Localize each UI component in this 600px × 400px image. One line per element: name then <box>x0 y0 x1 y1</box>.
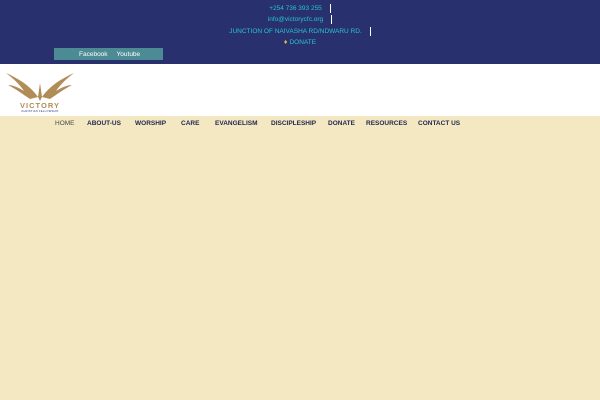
nav-item-donate[interactable]: DONATE <box>328 116 355 132</box>
site-logo[interactable]: VICTORY CHRISTIAN FELLOWSHIP <box>4 67 76 115</box>
logo-wordmark: VICTORY <box>20 101 60 110</box>
wings-icon <box>6 73 74 101</box>
facebook-link[interactable]: Facebook <box>79 51 108 58</box>
address-row: JUNCTION OF NAIVASHA RD/NDWARU RD. <box>0 26 600 37</box>
address-text: JUNCTION OF NAIVASHA RD/NDWARU RD. <box>229 28 362 35</box>
nav-item-home[interactable]: HOME <box>55 116 75 132</box>
nav-item-evangelism[interactable]: EVANGELISM <box>215 116 258 132</box>
phone-link[interactable]: +254 736 393 255 <box>269 5 322 12</box>
donate-row: ♦ DONATE <box>0 37 600 48</box>
phone-row: +254 736 393 255 <box>0 3 600 14</box>
nav-item-resources[interactable]: RESOURCES <box>366 116 407 132</box>
donate-link[interactable]: DONATE <box>289 39 316 46</box>
divider <box>369 27 371 36</box>
youtube-link[interactable]: Youtube <box>117 51 141 58</box>
top-header: +254 736 393 255 info@victorycfc.org JUN… <box>0 0 600 64</box>
social-bar: Facebook Youtube <box>54 48 163 60</box>
nav-item-worship[interactable]: WORSHIP <box>135 116 166 132</box>
nav-item-care[interactable]: CARE <box>181 116 199 132</box>
divider <box>329 4 331 13</box>
nav-item-contact-us[interactable]: CONTACT US <box>418 116 460 132</box>
main-nav: HOME ABOUT-US WORSHIP CARE EVANGELISM DI… <box>0 116 600 132</box>
email-row: info@victorycfc.org <box>0 14 600 25</box>
nav-item-discipleship[interactable]: DISCIPLESHIP <box>271 116 316 132</box>
email-link[interactable]: info@victorycfc.org <box>268 16 323 23</box>
divider <box>331 15 333 24</box>
nav-item-about-us[interactable]: ABOUT-US <box>87 116 121 132</box>
logo-tagline: CHRISTIAN FELLOWSHIP <box>21 110 59 113</box>
donate-icon: ♦ <box>283 39 288 46</box>
brand-bar: VICTORY CHRISTIAN FELLOWSHIP <box>0 64 600 116</box>
